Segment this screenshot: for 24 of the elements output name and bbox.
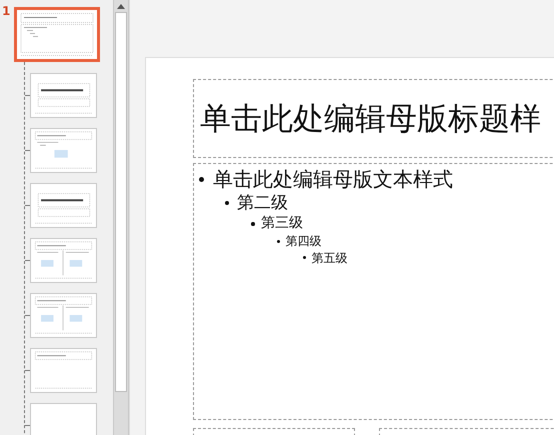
scrollbar[interactable]	[113, 0, 129, 435]
slide-thumbnail[interactable]	[30, 183, 97, 228]
title-placeholder[interactable]: 单击此处编辑母版标题样	[193, 79, 554, 158]
scroll-up-icon[interactable]	[116, 2, 126, 10]
bullet-icon	[303, 256, 306, 260]
bullet-icon	[251, 222, 254, 226]
slide-title: 单击此处编辑母版标题样	[200, 100, 541, 138]
slide-number: 1	[1, 5, 12, 20]
slide-thumbnail[interactable]	[30, 73, 97, 118]
bullet-text: 第五级	[311, 250, 348, 265]
slide-thumbnail[interactable]	[30, 128, 97, 173]
bullet-icon	[199, 176, 204, 182]
slide-thumbnail[interactable]	[30, 403, 97, 435]
slide-thumbnail[interactable]	[30, 293, 97, 338]
bullet-icon	[225, 201, 230, 206]
body-placeholder[interactable]: 单击此处编辑母版文本样式 第二级 第三级 第四级 第五级	[193, 163, 554, 420]
bullet-text: 第四级	[285, 234, 322, 249]
bullet-text: 第二级	[236, 193, 288, 214]
scrollbar-thumb[interactable]	[115, 12, 127, 392]
bullet-text: 单击此处编辑母版文本样式	[213, 167, 453, 191]
slide-thumbnail[interactable]	[30, 348, 97, 393]
bullet-icon	[277, 240, 280, 243]
bullet-text: 第三级	[260, 215, 303, 232]
slide-thumbnail[interactable]	[30, 238, 97, 283]
